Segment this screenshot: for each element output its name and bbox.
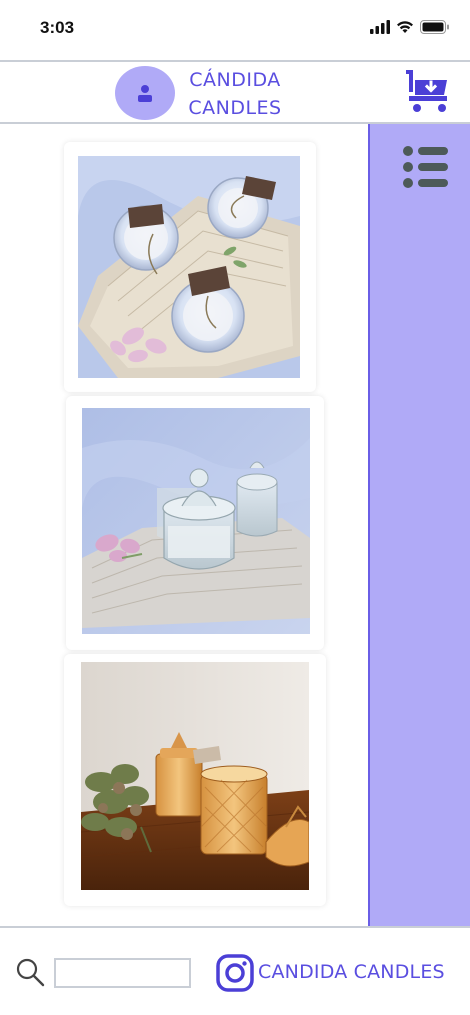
candle-photo-1 [78, 156, 300, 378]
search-icon[interactable] [14, 956, 46, 988]
instagram-link[interactable]: CANDIDA CANDLES [258, 961, 445, 983]
brand-line-1: CÁNDIDA [189, 69, 281, 91]
candle-photo-3 [81, 662, 309, 890]
brand-line-2: CANDLES [188, 97, 282, 119]
cart-icon[interactable] [404, 68, 450, 114]
gallery-card[interactable] [64, 654, 326, 906]
signal-icon [370, 20, 390, 34]
gallery-card[interactable] [64, 142, 316, 392]
status-bar: 3:03 [0, 0, 470, 60]
bottom-bar: CANDIDA CANDLES [0, 926, 470, 1015]
status-time: 3:03 [40, 18, 75, 37]
user-icon [138, 85, 152, 102]
gallery-card[interactable] [66, 396, 324, 650]
search-input[interactable] [54, 958, 191, 988]
candle-photo-2 [82, 408, 310, 634]
list-icon[interactable] [402, 144, 450, 190]
status-icons [370, 20, 450, 34]
gallery [0, 124, 368, 926]
wifi-icon [397, 21, 413, 33]
app-header: CÁNDIDA CANDLES [0, 60, 470, 124]
battery-icon [420, 20, 449, 34]
brand-name: CÁNDIDA CANDLES [182, 66, 288, 122]
instagram-icon[interactable] [216, 954, 254, 992]
sidebar [368, 124, 470, 926]
avatar[interactable] [115, 66, 175, 120]
